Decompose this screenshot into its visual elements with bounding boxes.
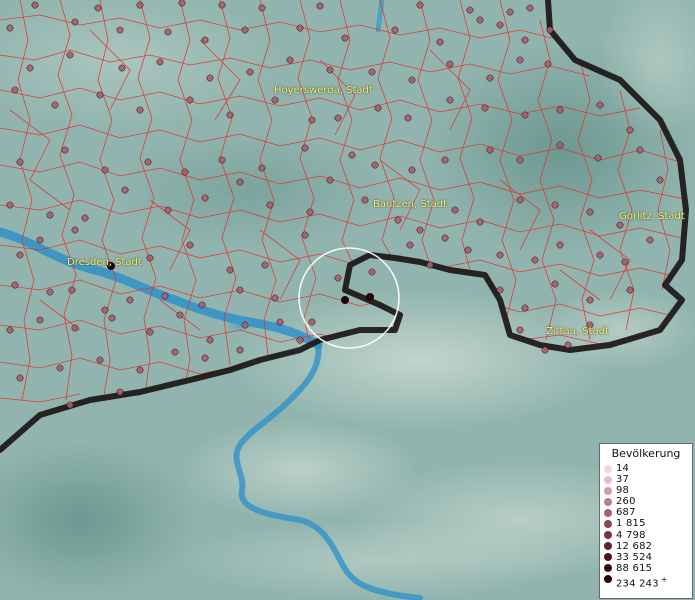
legend-swatch-icon — [604, 464, 612, 473]
legend-item-label: 1 815 — [616, 518, 646, 530]
legend-item: 1 815 — [600, 518, 692, 529]
legend-item-label: 14 — [616, 463, 630, 474]
legend-item-label: 37 — [616, 474, 630, 486]
legend-swatch-icon — [604, 519, 612, 528]
legend-item: 687 — [600, 507, 692, 518]
legend-swatch-icon — [604, 531, 612, 540]
legend-item-label: 260 — [616, 496, 636, 508]
legend-item: 260 — [600, 496, 692, 507]
legend-item-label: 12 682 — [616, 540, 653, 552]
legend-item-label: 98 — [616, 485, 630, 497]
legend-item: 12 682 — [600, 541, 692, 552]
city-label-bautzen: Bautzen, Stadt — [373, 199, 448, 210]
legend-item-label: 33 524 — [616, 551, 653, 563]
legend-item-label: 4 798 — [616, 529, 646, 541]
legend-swatch-icon — [604, 553, 612, 562]
legend-swatch-icon — [604, 575, 612, 584]
city-marker[interactable] — [341, 296, 349, 304]
legend-swatch-icon — [604, 564, 612, 573]
legend-title: Bevölkerung — [611, 447, 681, 460]
city-label-hoyerswerda: Hoyerswerda, Stadt — [274, 85, 373, 96]
legend-item-label: 234 243 — [616, 578, 659, 590]
legend-item: 14 — [600, 463, 692, 474]
legend-item-label: 687 — [616, 507, 636, 519]
city-label-goerlitz: Görlitz, Stadt — [619, 211, 685, 222]
legend-item: 37 — [600, 474, 692, 485]
legend-swatch-icon — [604, 542, 612, 551]
legend-swatch-icon — [604, 508, 612, 517]
city-label-zittau: Zittau, Stadt — [546, 326, 609, 337]
legend-item: 33 524 — [600, 552, 692, 563]
legend-item: 234 243 + — [600, 574, 692, 589]
legend-list: 14 37 98 260 687 1 815 4 798 12 682 33 524 88 615… — [600, 463, 692, 589]
legend-item-label: 88 615 — [616, 562, 653, 574]
legend-item: 4 798 — [600, 530, 692, 541]
legend-swatch-icon — [604, 475, 612, 484]
population-legend: Bevölkerung 14 37 98 260 687 1 815 4 798 12 682… — [599, 443, 693, 599]
legend-item: 98 — [600, 485, 692, 496]
legend-item-plus: + — [660, 574, 668, 584]
legend-swatch-icon — [604, 486, 612, 495]
legend-item: 88 615 — [600, 563, 692, 574]
city-marker[interactable] — [366, 293, 374, 301]
city-label-dresden: Dresden, Stadt — [67, 257, 142, 268]
legend-swatch-icon — [604, 497, 612, 506]
